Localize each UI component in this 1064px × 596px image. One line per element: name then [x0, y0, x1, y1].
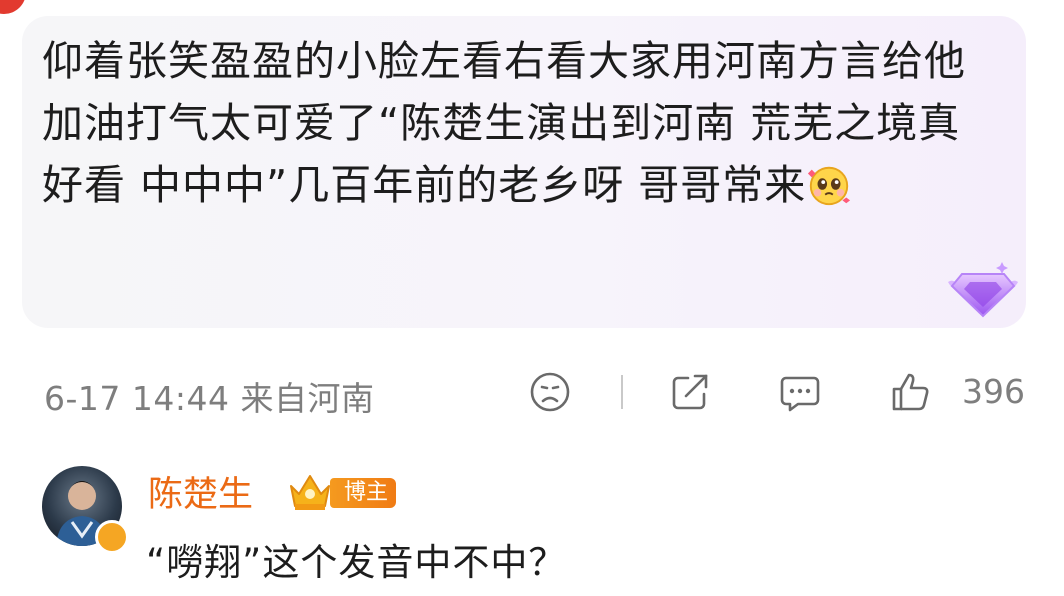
verified-badge-icon	[95, 520, 129, 554]
dislike-face-icon[interactable]	[528, 370, 572, 414]
comment-time-location: 6-17 14:44 来自河南	[44, 379, 375, 418]
comment-icon[interactable]	[778, 370, 822, 414]
action-separator	[621, 375, 623, 409]
comment-bubble: 仰着张笑盈盈的小脸左看右看大家用河南方言给他加油打气太可爱了“陈楚生演出到河南 …	[22, 16, 1026, 328]
pleading-face-emoji	[808, 166, 851, 206]
diamond-badge-icon	[948, 262, 1018, 318]
crown-badge-icon	[290, 475, 330, 510]
reply-text: “嘮翔”这个发音中不中？	[146, 541, 567, 584]
reply-author-name[interactable]: 陈楚生	[148, 466, 253, 517]
comment-text: 仰着张笑盈盈的小脸左看右看大家用河南方言给他加油打气太可爱了“陈楚生演出到河南 …	[42, 30, 1002, 216]
previous-avatar-fragment	[0, 0, 26, 14]
host-badge: 博主	[330, 478, 397, 508]
like-icon[interactable]	[888, 370, 932, 414]
share-icon[interactable]	[668, 370, 712, 414]
comment-meta-row: 6-17 14:44 来自河南 396	[44, 366, 1034, 420]
like-count: 396	[962, 372, 1025, 411]
